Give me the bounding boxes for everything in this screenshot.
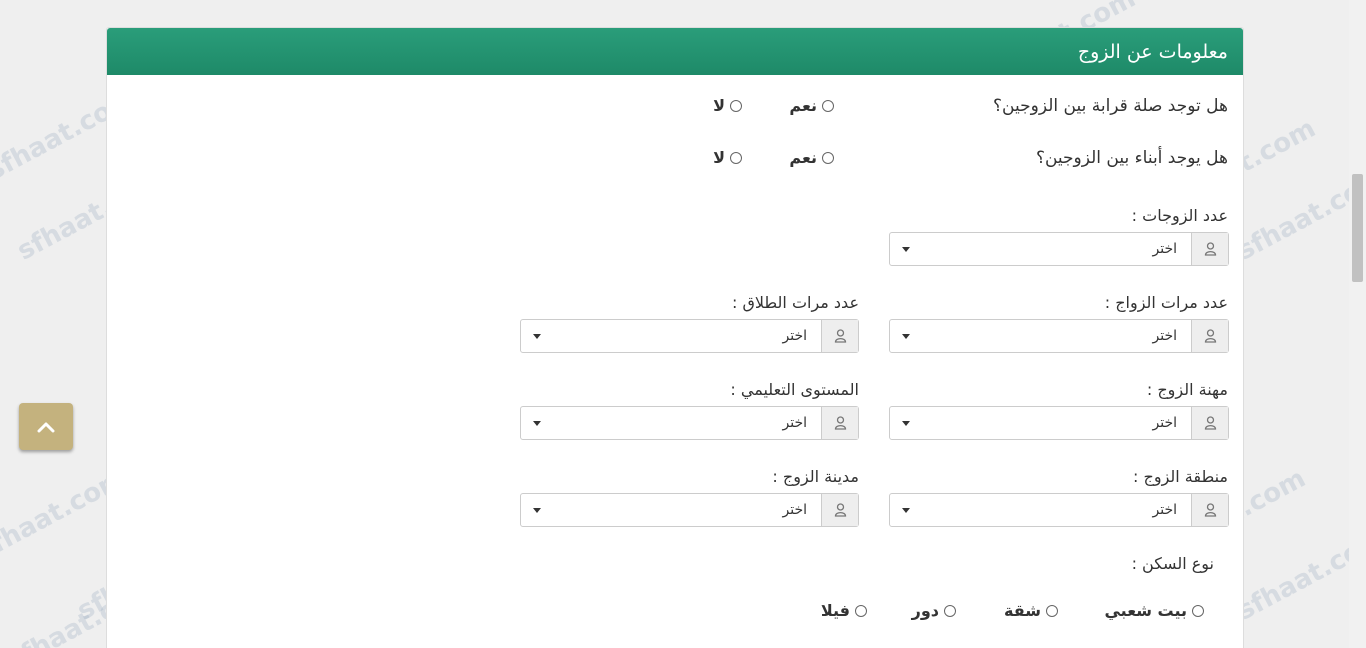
chevron-down-icon	[902, 246, 910, 252]
chevron-up-icon	[37, 422, 55, 432]
children-yes-radio[interactable]	[822, 151, 834, 164]
children-yes-label: نعم	[789, 148, 817, 167]
children-question-label: هل يوجد أبناء بين الزوجين؟	[1035, 148, 1228, 168]
scroll-to-top-button[interactable]	[19, 403, 73, 450]
kinship-question-label: هل توجد صلة قرابة بين الزوجين؟	[993, 96, 1228, 116]
marriages-count-select[interactable]: اختر	[889, 319, 1229, 353]
city-value: اختر	[782, 502, 808, 518]
chevron-down-icon	[902, 507, 910, 513]
housing-option-villa[interactable]: فيلا	[821, 601, 867, 620]
education-label: المستوى التعليمي :	[730, 380, 859, 399]
region-select[interactable]: اختر	[889, 493, 1229, 527]
children-no-radio[interactable]	[730, 151, 742, 164]
user-icon	[821, 320, 858, 352]
region-value: اختر	[1152, 502, 1178, 518]
panel-title: معلومات عن الزوج	[1077, 40, 1228, 63]
housing-option-popular-house[interactable]: بيت شعبي	[1104, 601, 1204, 620]
housing-type-label: نوع السكن :	[1131, 554, 1214, 573]
page-scrollbar[interactable]	[1349, 0, 1366, 648]
user-icon	[1191, 320, 1228, 352]
region-label: منطقة الزوج :	[1133, 467, 1228, 486]
divorces-count-value: اختر	[782, 328, 808, 344]
scrollbar-thumb[interactable]	[1352, 174, 1363, 282]
housing-option-label: فيلا	[820, 601, 850, 620]
chevron-down-icon	[533, 507, 541, 513]
housing-option-label: دور	[911, 601, 939, 620]
user-icon	[1191, 233, 1228, 265]
kinship-no-option[interactable]: لا	[713, 96, 742, 115]
marriages-count-label: عدد مرات الزواج :	[1104, 293, 1228, 312]
panel-header: معلومات عن الزوج	[107, 28, 1243, 75]
housing-option-label: بيت شعبي	[1104, 601, 1187, 620]
watermark: sfhaat.com	[1232, 163, 1366, 267]
chevron-down-icon	[533, 333, 541, 339]
kinship-no-radio[interactable]	[730, 99, 742, 112]
housing-radio[interactable]	[944, 604, 956, 617]
city-select[interactable]: اختر	[520, 493, 859, 527]
housing-option-floor[interactable]: دور	[912, 601, 956, 620]
user-icon	[1191, 407, 1228, 439]
user-icon	[821, 494, 858, 526]
wives-count-select[interactable]: اختر	[889, 232, 1229, 266]
occupation-value: اختر	[1152, 415, 1178, 431]
wives-count-label: عدد الزوجات :	[1131, 206, 1228, 225]
user-icon	[1191, 494, 1228, 526]
wives-count-value: اختر	[1152, 241, 1178, 257]
housing-radio[interactable]	[855, 604, 867, 617]
kinship-yes-option[interactable]: نعم	[789, 96, 834, 115]
housing-option-apartment[interactable]: شقة	[1004, 601, 1058, 620]
chevron-down-icon	[533, 420, 541, 426]
divorces-count-select[interactable]: اختر	[520, 319, 859, 353]
city-label: مدينة الزوج :	[772, 467, 859, 486]
education-value: اختر	[782, 415, 808, 431]
watermark: sfhaat.com	[1232, 523, 1366, 627]
kinship-no-label: لا	[713, 96, 725, 115]
children-no-option[interactable]: لا	[713, 148, 742, 167]
children-no-label: لا	[713, 148, 725, 167]
chevron-down-icon	[902, 333, 910, 339]
divorces-count-label: عدد مرات الطلاق :	[731, 293, 859, 312]
children-yes-option[interactable]: نعم	[789, 148, 834, 167]
kinship-yes-label: نعم	[789, 96, 817, 115]
housing-radio[interactable]	[1046, 604, 1058, 617]
occupation-label: مهنة الزوج :	[1146, 380, 1228, 399]
housing-option-label: شقة	[1004, 601, 1041, 620]
housing-radio[interactable]	[1192, 604, 1204, 617]
education-select[interactable]: اختر	[520, 406, 859, 440]
user-icon	[821, 407, 858, 439]
kinship-yes-radio[interactable]	[822, 99, 834, 112]
occupation-select[interactable]: اختر	[889, 406, 1229, 440]
marriages-count-value: اختر	[1152, 328, 1178, 344]
chevron-down-icon	[902, 420, 910, 426]
